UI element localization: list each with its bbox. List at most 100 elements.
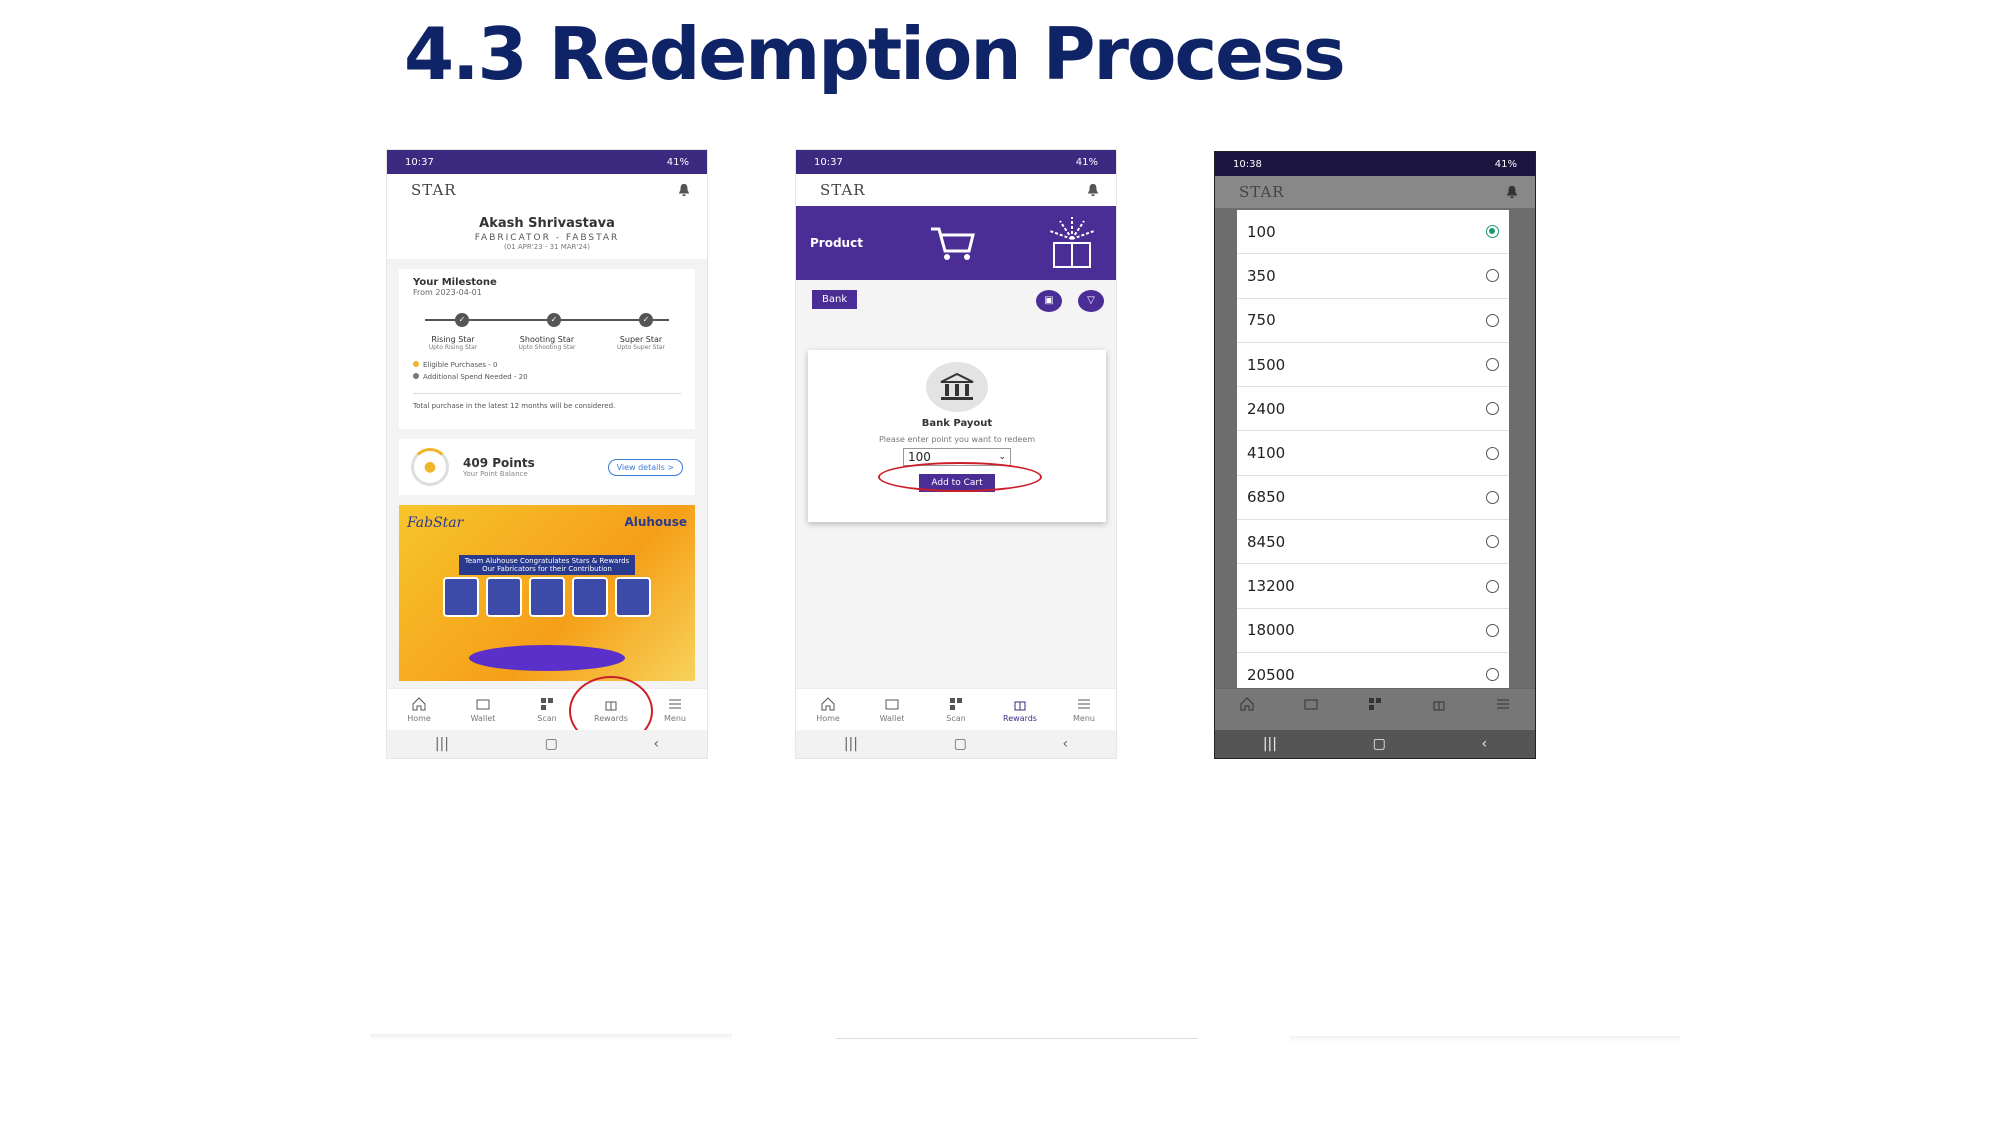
status-bar: 10:38 41% <box>1215 152 1535 176</box>
bank-payout-title: Bank Payout <box>921 418 993 429</box>
system-nav: ||| ▢ ‹ <box>796 730 1116 758</box>
system-nav: ||| ▢ ‹ <box>387 730 707 758</box>
option-18000[interactable]: 18000 <box>1237 609 1509 653</box>
nav-home[interactable]: Home <box>800 696 856 723</box>
profile-date: (01 APR'23 - 31 MAR'24) <box>504 243 590 251</box>
option-6850[interactable]: 6850 <box>1237 476 1509 521</box>
app-bar: STAR <box>796 174 1116 206</box>
app-logo: STAR <box>820 181 866 199</box>
option-4100[interactable]: 4100 <box>1237 431 1509 476</box>
nav-scan[interactable]: Scan <box>519 696 575 723</box>
nav-wallet[interactable]: Wallet <box>455 696 511 723</box>
home-icon <box>412 697 426 711</box>
person-photo <box>528 577 565 617</box>
milestone-title: Your Milestone <box>413 277 497 288</box>
option-100[interactable]: 100 <box>1237 210 1509 255</box>
option-750[interactable]: 750 <box>1237 299 1509 343</box>
nav-menu[interactable]: Menu <box>647 696 703 723</box>
profile-card: Akash Shrivastava FABRICATOR - FABSTAR (… <box>387 206 707 259</box>
app-bar: STAR <box>1215 176 1535 208</box>
points-dropdown-list: 100 350 750 1500 2400 4100 6850 8450 132… <box>1237 210 1509 698</box>
milestone-track: ✓ ✓ ✓ <box>425 313 669 327</box>
radio[interactable] <box>1486 269 1499 283</box>
recent-apps-icon[interactable]: ||| <box>1263 736 1277 752</box>
filter-icon[interactable]: ▽ <box>1078 290 1104 312</box>
person-photo <box>615 577 652 617</box>
divider <box>836 1038 1198 1039</box>
home-content: Akash Shrivastava FABRICATOR - FABSTAR (… <box>387 206 707 688</box>
radio[interactable] <box>1486 535 1499 549</box>
app-logo: STAR <box>1239 183 1285 201</box>
recent-apps-icon[interactable]: ||| <box>844 736 858 752</box>
divider <box>370 1034 732 1040</box>
radio[interactable] <box>1486 668 1499 682</box>
profile-role: FABRICATOR - FABSTAR <box>474 233 620 243</box>
view-details-button[interactable]: View details > <box>607 458 683 476</box>
cart-badge-button[interactable]: ▣ <box>1036 290 1062 312</box>
radio[interactable] <box>1486 402 1499 416</box>
gift-icon <box>1014 701 1026 711</box>
person-photo <box>485 577 522 617</box>
status-battery: 41% <box>1494 158 1517 170</box>
option-1500[interactable]: 1500 <box>1237 343 1509 388</box>
app-bar: STAR <box>387 174 707 206</box>
recent-apps-icon[interactable]: ||| <box>435 736 449 752</box>
profile-name: Akash Shrivastava <box>479 216 615 231</box>
radio[interactable] <box>1486 623 1499 637</box>
option-350[interactable]: 350 <box>1237 254 1509 299</box>
radio[interactable] <box>1486 490 1499 504</box>
home-icon <box>1240 697 1254 711</box>
qr-icon <box>1369 698 1381 710</box>
nav-rewards[interactable]: Rewards <box>992 696 1048 723</box>
status-bar: 10:37 41% <box>796 150 1116 174</box>
gift-box-icon <box>1049 217 1095 268</box>
bell-icon[interactable] <box>1086 183 1100 197</box>
back-icon[interactable]: ‹ <box>1063 736 1069 752</box>
bottom-nav: Home Wallet Scan Rewards Menu <box>387 688 707 730</box>
slide-title: 4.3 Redemption Process <box>404 12 1346 96</box>
points-value: 409 Points <box>463 456 535 470</box>
highlight-ellipse <box>878 462 1042 492</box>
radio-selected[interactable] <box>1486 225 1499 239</box>
stage-shooting: Shooting Star Upto Shooting Star <box>518 335 576 351</box>
banner-text: Team Aluhouse Congratulates Stars & Rewa… <box>459 555 635 575</box>
back-icon[interactable]: ‹ <box>1482 736 1488 752</box>
status-bar: 10:37 41% <box>387 150 707 174</box>
phone-screenshot-home: 10:37 41% STAR Akash Shrivastava FABRICA… <box>386 149 708 759</box>
radio[interactable] <box>1486 358 1499 372</box>
milestone-stages: Rising Star Upto Rising Star Shooting Sta… <box>413 335 681 351</box>
radio[interactable] <box>1486 446 1499 460</box>
radio[interactable] <box>1486 313 1499 327</box>
option-13200[interactable]: 13200 <box>1237 564 1509 609</box>
check-icon: ✓ <box>455 313 469 327</box>
status-battery: 41% <box>1075 156 1098 168</box>
milestone-card: Your Milestone From 2023-04-01 ✓ ✓ ✓ Ris… <box>399 269 695 429</box>
nav-scan[interactable]: Scan <box>928 696 984 723</box>
milestone-from: From 2023-04-01 <box>413 288 482 297</box>
home-icon <box>821 697 835 711</box>
nav-rewards: Rewards <box>1411 696 1467 723</box>
home-system-icon[interactable]: ▢ <box>545 736 558 752</box>
promo-banner[interactable]: FabStar Aluhouse Team Aluhouse Congratul… <box>399 505 695 681</box>
option-8450[interactable]: 8450 <box>1237 520 1509 565</box>
option-2400[interactable]: 2400 <box>1237 387 1509 432</box>
coin-icon: ● <box>411 448 449 486</box>
back-icon[interactable]: ‹ <box>654 736 660 752</box>
wallet-icon <box>1304 699 1318 710</box>
legend-additional: Additional Spend Needed - 20 <box>413 373 681 381</box>
nav-menu: Menu <box>1475 696 1531 723</box>
bell-icon[interactable] <box>677 183 691 197</box>
banner-logo: FabStar <box>407 515 464 531</box>
home-system-icon[interactable]: ▢ <box>954 736 967 752</box>
home-system-icon[interactable]: ▢ <box>1373 736 1386 752</box>
divider <box>1290 1036 1680 1042</box>
nav-menu[interactable]: Menu <box>1056 696 1112 723</box>
chevron-down-icon: ⌄ <box>998 452 1006 462</box>
menu-icon <box>1078 699 1090 709</box>
app-logo: STAR <box>411 181 457 199</box>
nav-home[interactable]: Home <box>391 696 447 723</box>
nav-wallet[interactable]: Wallet <box>864 696 920 723</box>
tab-bank[interactable]: Bank <box>812 290 858 309</box>
radio[interactable] <box>1486 579 1499 593</box>
person-photo <box>572 577 609 617</box>
